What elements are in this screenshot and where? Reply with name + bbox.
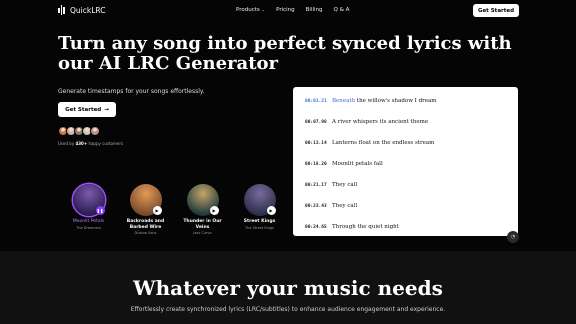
- album-artist: Jazz Curve: [193, 231, 212, 235]
- lyric-text: They call: [332, 203, 357, 209]
- album-cover[interactable]: ▶: [243, 184, 276, 216]
- lyric-timestamp: 00:23.43: [305, 203, 327, 209]
- lyric-timestamp: 00:13.14: [305, 140, 327, 146]
- hero-headline: Turn any song into perfect synced lyrics…: [58, 33, 512, 74]
- used-suffix: happy customers: [87, 141, 124, 146]
- get-started-button[interactable]: Get Started →: [58, 102, 116, 117]
- customer-avatars: [58, 126, 100, 136]
- used-prefix: Used by: [58, 141, 76, 146]
- chevron-down-icon: ⌄: [261, 7, 266, 12]
- album-title: Thunder in Our Veins: [183, 219, 222, 230]
- album-card[interactable]: ❚❚ Moonlit Petals The Dreamers: [66, 184, 111, 235]
- waveform-icon: [58, 5, 65, 15]
- lyrics-panel: 00:01.21 Beneath the willow's shadow I dr…: [293, 87, 518, 236]
- lyric-rest: They call: [332, 182, 358, 188]
- lyric-line[interactable]: 00:24.65 Through the quiet night: [305, 224, 399, 230]
- chat-icon[interactable]: ◔: [507, 231, 519, 243]
- lyric-rest: A river whispers its ancient theme: [332, 119, 429, 125]
- top-nav: QuickLRC Products ⌄ Pricing Billing Q & A…: [0, 0, 576, 22]
- lyric-text: A river whispers its ancient theme: [332, 119, 428, 125]
- album-title: Street Kings: [243, 219, 276, 224]
- lyric-rest: the willow's shadow I dream: [355, 98, 437, 104]
- lyric-line[interactable]: 00:23.43 They call: [305, 203, 357, 209]
- album-card[interactable]: ▶ Street Kings The Street Kings: [237, 184, 282, 235]
- lyric-rest: They call: [332, 203, 358, 209]
- lyric-rest: Through the quiet night: [332, 224, 399, 230]
- brand-name: QuickLRC: [70, 5, 106, 15]
- nav-menu: Products ⌄ Pricing Billing Q & A: [236, 7, 349, 13]
- lyric-line[interactable]: 00:21.17 They call: [305, 182, 357, 188]
- lyric-text: Through the quiet night: [332, 224, 399, 230]
- get-started-label: Get Started: [65, 106, 102, 113]
- album-cover[interactable]: ▶: [129, 184, 162, 216]
- album-artist: The Street Kings: [245, 225, 274, 230]
- lyric-line[interactable]: 00:01.21 Beneath the willow's shadow I dr…: [305, 98, 436, 104]
- lyric-timestamp: 00:24.65: [305, 224, 327, 230]
- get-started-nav-button[interactable]: Get Started: [473, 4, 519, 17]
- lyric-rest: Lanterns float on the endless stream: [332, 140, 435, 146]
- album-title: Backroads and Barbed Wire: [126, 219, 165, 230]
- play-icon[interactable]: ▶: [209, 206, 219, 215]
- album-cover[interactable]: ❚❚: [72, 184, 105, 216]
- album-artist: The Dreamers: [76, 225, 101, 230]
- album-list: ❚❚ Moonlit Petals The Dreamers ▶ Backroads a…: [66, 184, 282, 235]
- nav-item-products[interactable]: Products ⌄: [236, 7, 265, 13]
- social-proof: Used by 430+ happy customers: [58, 141, 123, 146]
- lyric-timestamp: 00:01.21: [305, 98, 327, 104]
- hero-subheadline: Generate timestamps for your songs effor…: [58, 88, 205, 95]
- avatar: [90, 126, 100, 136]
- lyric-line[interactable]: 00:13.14 Lanterns float on the endless st…: [305, 140, 434, 146]
- play-icon[interactable]: ▶: [152, 206, 162, 215]
- lyric-line[interactable]: 00:18.20 Moonlit petals fall: [305, 161, 383, 167]
- album-cover[interactable]: ▶: [186, 184, 219, 216]
- lyric-timestamp: 00:07.98: [305, 119, 327, 125]
- lyric-text: Beneath the willow's shadow I dream: [332, 98, 436, 104]
- lyric-timestamp: 00:21.17: [305, 182, 327, 188]
- album-artist: Dustoa Sons: [134, 231, 157, 235]
- lyric-line[interactable]: 00:07.98 A river whispers its ancient the…: [305, 119, 428, 125]
- used-count: 430+: [75, 141, 88, 146]
- album-title: Moonlit Petals: [72, 219, 105, 224]
- arrow-right-icon: →: [104, 106, 109, 113]
- album-card[interactable]: ▶ Backroads and Barbed Wire Dustoa Sons: [123, 184, 168, 235]
- features-subtitle: Effortlessly create synchronized lyrics …: [130, 306, 446, 313]
- features-title: Whatever your music needs: [133, 276, 443, 300]
- lyric-text: They call: [332, 182, 357, 188]
- play-icon[interactable]: ▶: [266, 206, 276, 215]
- nav-item-billing[interactable]: Billing: [306, 7, 323, 13]
- lyric-text: Moonlit petals fall: [332, 161, 383, 167]
- lyric-rest: Moonlit petals fall: [332, 161, 383, 167]
- album-card[interactable]: ▶ Thunder in Our Veins Jazz Curve: [180, 184, 225, 235]
- nav-item-qa[interactable]: Q & A: [334, 7, 350, 13]
- lyric-text: Lanterns float on the endless stream: [332, 140, 434, 146]
- brand-logo[interactable]: QuickLRC: [58, 5, 105, 15]
- nav-item-pricing[interactable]: Pricing: [276, 7, 295, 13]
- lyric-highlight: Beneath: [332, 98, 356, 104]
- pause-icon[interactable]: ❚❚: [95, 206, 105, 215]
- lyric-timestamp: 00:18.20: [305, 161, 327, 167]
